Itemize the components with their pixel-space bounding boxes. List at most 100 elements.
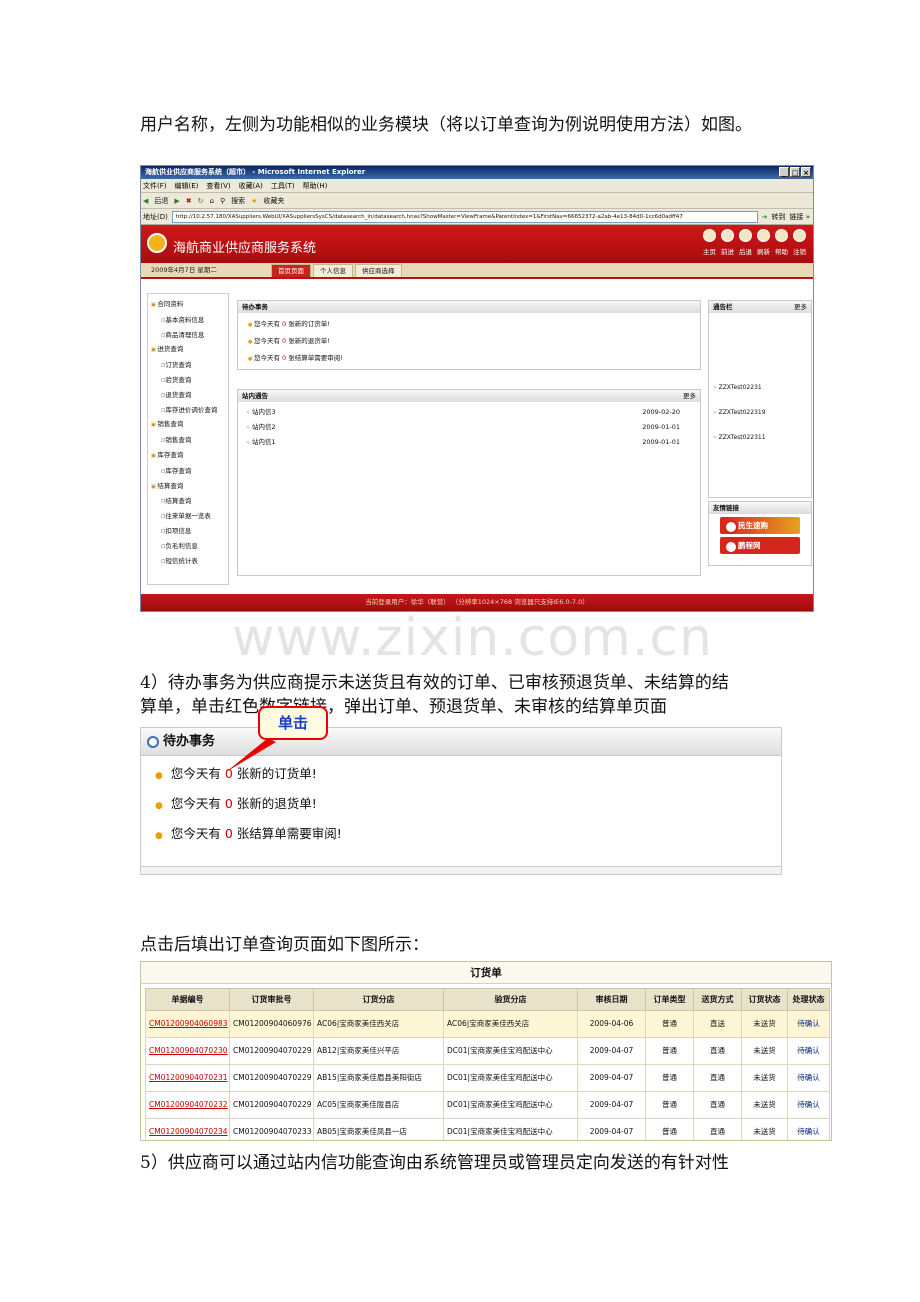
back-button[interactable]: 后退 <box>154 193 168 209</box>
sidebar-group[interactable]: 销售查询 <box>151 417 228 433</box>
notice-item[interactable]: ZZXTest022311 <box>709 425 811 450</box>
process-status[interactable]: 待确认 <box>787 1118 830 1140</box>
tab-personal-info[interactable]: 个人信息 <box>313 264 353 277</box>
sidebar-group[interactable]: 库存查询 <box>151 448 228 464</box>
refresh-nav-button[interactable]: 刷新 <box>756 229 771 256</box>
search-button[interactable]: 搜索 <box>231 193 245 209</box>
column-header: 送货方式 <box>693 988 742 1011</box>
process-status[interactable]: 待确认 <box>787 1010 830 1038</box>
zoom-todo-count-link[interactable]: 0 <box>225 796 233 811</box>
sidebar-item[interactable]: 短信统计表 <box>151 554 228 569</box>
notice-more-link[interactable]: 更多 <box>794 301 807 313</box>
links-button[interactable]: 链接 » <box>789 212 813 222</box>
search-icon[interactable]: ⚲ <box>220 193 225 209</box>
logout-nav-button[interactable]: 注销 <box>792 229 807 256</box>
stop-icon[interactable]: ✖ <box>186 193 192 209</box>
table-row[interactable]: CM01200904060983 CM01200904060976 AC06|宝商家… <box>145 1010 830 1038</box>
sidebar-item[interactable]: 销售查询 <box>151 433 228 448</box>
menu-tools[interactable]: 工具(T) <box>271 179 295 192</box>
forward-nav-button[interactable]: 前进 <box>720 229 735 256</box>
address-input[interactable]: http://10.2.57.180/XASuppliers.WebUI/XAS… <box>171 210 758 223</box>
sidebar-item[interactable]: 验货查询 <box>151 373 228 388</box>
table-row[interactable]: CM01200904070232 CM01200904070229 AC05|宝商家… <box>145 1091 830 1119</box>
news-item-title[interactable]: 站内信3 <box>246 405 276 420</box>
sidebar-item[interactable]: 结算查询 <box>151 494 228 509</box>
zoom-todo-count-link[interactable]: 0 <box>225 826 233 841</box>
maximize-icon[interactable]: □ <box>790 167 800 177</box>
home-icon[interactable]: ⌂ <box>210 193 214 209</box>
sidebar-item[interactable]: 基本资料信息 <box>151 313 228 328</box>
minimize-icon[interactable]: _ <box>779 167 789 177</box>
tab-home[interactable]: 首页页面 <box>271 264 311 277</box>
todo-row-settlement: 您今天有 0 张结算单需要审阅! <box>238 350 700 367</box>
back-icon[interactable]: ◀ <box>143 193 148 209</box>
zoom-todo-count-link[interactable]: 0 <box>225 766 233 781</box>
table-cell: 直通 <box>693 1037 742 1065</box>
refresh-icon[interactable]: ↻ <box>198 193 204 209</box>
todo-text: 您今天有 <box>253 354 280 362</box>
news-more-link[interactable]: 更多 <box>683 390 696 402</box>
forward-icon[interactable]: ▶ <box>174 193 179 209</box>
news-item-title[interactable]: 站内信1 <box>246 435 276 450</box>
order-number-link[interactable]: CM01200904070232 <box>145 1091 230 1119</box>
link-minsheng[interactable]: 民生速购 <box>720 517 800 534</box>
sidebar-item[interactable]: 扣项信息 <box>151 524 228 539</box>
favorites-icon[interactable]: ★ <box>251 193 257 209</box>
logout-nav-icon <box>793 229 806 242</box>
link-pengcheng[interactable]: 鹏程网 <box>720 537 800 554</box>
news-item[interactable]: 站内信3 2009-02-20 <box>238 405 700 420</box>
menu-edit[interactable]: 编辑(E) <box>175 179 199 192</box>
sidebar-item[interactable]: 负毛利信息 <box>151 539 228 554</box>
table-row[interactable]: CM01200904070231 CM01200904070229 AB15|宝商家… <box>145 1064 830 1092</box>
order-number-link[interactable]: CM01200904070234 <box>145 1118 230 1140</box>
sidebar-item[interactable]: 退货查询 <box>151 388 228 403</box>
process-status[interactable]: 待确认 <box>787 1037 830 1065</box>
menu-help[interactable]: 帮助(H) <box>303 179 328 192</box>
tab-supplier-select[interactable]: 供应商选择 <box>355 264 402 277</box>
todo-text: 您今天有 <box>253 337 280 345</box>
sidebar-item[interactable]: 商品清理信息 <box>151 328 228 343</box>
notice-item[interactable]: ZZXTest022319 <box>709 400 811 425</box>
menu-favorites[interactable]: 收藏(A) <box>239 179 263 192</box>
process-status[interactable]: 待确认 <box>787 1064 830 1092</box>
table-cell: CM01200904070233 <box>229 1118 314 1140</box>
refresh-nav-icon <box>757 229 770 242</box>
go-button[interactable]: 转到 <box>771 212 785 222</box>
todo-count-link[interactable]: 0 <box>282 354 286 362</box>
news-panel: 站内通告 更多 站内信3 2009-02-20 站内信2 2009-01-01 站内信… <box>237 389 701 576</box>
process-status[interactable]: 待确认 <box>787 1091 830 1119</box>
sidebar-group[interactable]: 进货查询 <box>151 342 228 358</box>
table-cell: 普通 <box>645 1064 694 1092</box>
order-number-link[interactable]: CM01200904060983 <box>145 1010 230 1038</box>
home-nav-button[interactable]: 主页 <box>702 229 717 256</box>
sidebar-group[interactable]: 结算查询 <box>151 479 228 495</box>
todo-title: 待办事务 <box>242 303 268 311</box>
sidebar-item[interactable]: 往来单据一览表 <box>151 509 228 524</box>
table-row[interactable]: CM01200904070234 CM01200904070233 AB05|宝商家… <box>145 1118 830 1140</box>
sidebar-item[interactable]: 库存进价调价查询 <box>151 403 228 418</box>
help-nav-button[interactable]: 帮助 <box>774 229 789 256</box>
menu-view[interactable]: 查看(V) <box>206 179 230 192</box>
table-cell: DC01|宝商家美佳宝鸡配送中心 <box>443 1037 578 1065</box>
news-item-title[interactable]: 站内信2 <box>246 420 276 435</box>
todo-count-link[interactable]: 0 <box>282 320 286 328</box>
order-number-link[interactable]: CM01200904070230 <box>145 1037 230 1065</box>
close-icon[interactable]: × <box>801 167 811 177</box>
go-icon[interactable]: ➔ <box>762 213 768 221</box>
todo-text: 张新的订货单! <box>288 320 330 328</box>
notice-item[interactable]: ZZXTest02231 <box>709 375 811 400</box>
menu-file[interactable]: 文件(F) <box>143 179 167 192</box>
table-row[interactable]: CM01200904070230 CM01200904070229 AB12|宝商家… <box>145 1037 830 1065</box>
news-item[interactable]: 站内信2 2009-01-01 <box>238 420 700 435</box>
message-paragraph: 5）供应商可以通过站内信功能查询由系统管理员或管理员定向发送的有针对性 <box>140 1153 729 1173</box>
favorites-button[interactable]: 收藏夹 <box>263 193 284 209</box>
table-cell: CM01200904070229 <box>229 1064 314 1092</box>
back-nav-button[interactable]: 后退 <box>738 229 753 256</box>
news-item[interactable]: 站内信1 2009-01-01 <box>238 435 700 450</box>
sidebar-group[interactable]: 合同资料 <box>151 297 228 313</box>
todo-count-link[interactable]: 0 <box>282 337 286 345</box>
sidebar-item[interactable]: 库存查询 <box>151 464 228 479</box>
order-number-link[interactable]: CM01200904070231 <box>145 1064 230 1092</box>
ie-address-bar: 地址(D) http://10.2.57.180/XASuppliers.Web… <box>141 209 813 225</box>
sidebar-item[interactable]: 订货查询 <box>151 358 228 373</box>
